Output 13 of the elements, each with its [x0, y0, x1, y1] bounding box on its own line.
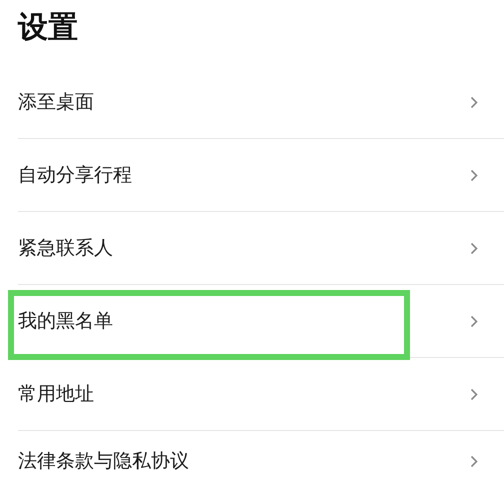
- chevron-icon: [470, 242, 478, 254]
- settings-item[interactable]: 紧急联系人: [18, 212, 504, 284]
- settings-item[interactable]: 法律条款与隐私协议: [18, 431, 504, 478]
- chevron-icon: [470, 96, 478, 108]
- chevron-icon: [470, 388, 478, 400]
- chevron-icon: [470, 168, 478, 182]
- page-title: 设置: [16, 9, 79, 47]
- settings-item[interactable]: 我的黑名单: [18, 285, 504, 357]
- settings-item[interactable]: 添至桌面: [18, 66, 504, 138]
- chevron-icon: [470, 454, 478, 468]
- chevron-icon: [470, 314, 478, 328]
- settings-item[interactable]: 自动分享行程: [18, 139, 504, 211]
- settings-item[interactable]: 常用地址: [18, 358, 504, 430]
